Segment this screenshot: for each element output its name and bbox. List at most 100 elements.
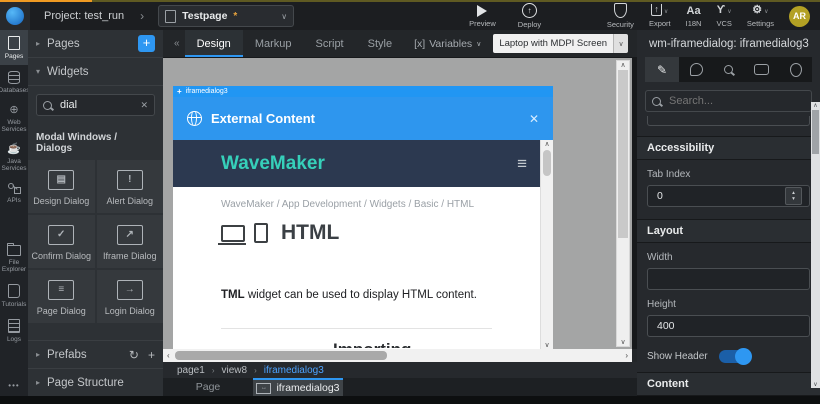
scroll-right-icon[interactable]: › bbox=[625, 351, 628, 360]
variables-button[interactable]: [x] Variables ∨ bbox=[414, 38, 481, 50]
i18n-button[interactable]: Aa I18N bbox=[686, 5, 702, 28]
rail-item-apis[interactable]: APIs bbox=[0, 177, 28, 209]
refresh-icon[interactable]: ↻ bbox=[129, 349, 139, 361]
security-button[interactable]: Security bbox=[607, 3, 634, 29]
scrollbar-thumb[interactable] bbox=[175, 351, 387, 360]
tree-open-icon: ▾ bbox=[36, 67, 40, 76]
canvas-vertical-scrollbar[interactable]: ∧ ∨ bbox=[616, 60, 630, 347]
rail-more-button[interactable]: ••• bbox=[0, 375, 28, 396]
height-input[interactable] bbox=[655, 319, 802, 333]
iframe-scrollbar[interactable]: ∧ ∨ bbox=[540, 140, 553, 349]
device-selector[interactable]: Laptop with MDPI Screen ∨ bbox=[493, 34, 628, 53]
scroll-down-icon[interactable]: ∨ bbox=[813, 381, 817, 388]
vcs-button[interactable]: ϒ∨ VCS bbox=[716, 4, 731, 28]
breadcrumb-separator: › bbox=[254, 366, 257, 375]
widget-confirm-dialog[interactable]: ✓ Confirm Dialog bbox=[28, 215, 95, 268]
add-prefab-icon[interactable]: + bbox=[148, 349, 155, 361]
width-input[interactable] bbox=[655, 272, 802, 286]
selected-widget-tag[interactable]: + iframedialog3 bbox=[173, 86, 553, 97]
property-search-box[interactable] bbox=[645, 90, 812, 112]
widget-login-dialog[interactable]: → Login Dialog bbox=[97, 270, 164, 323]
tab-index-input[interactable] bbox=[655, 189, 781, 203]
export-button[interactable]: ↑∨ Export bbox=[649, 4, 671, 28]
scrollbar-thumb[interactable] bbox=[618, 70, 628, 238]
hamburger-menu-icon[interactable]: ≡ bbox=[517, 154, 527, 174]
tab-style[interactable]: Style bbox=[356, 30, 404, 57]
scroll-down-icon[interactable]: ∨ bbox=[620, 338, 625, 346]
design-canvas[interactable]: + iframedialog3 External Content ✕ WaveM… bbox=[163, 58, 637, 349]
canvas-horizontal-scrollbar[interactable]: ‹ › bbox=[163, 349, 632, 362]
confirm-dialog-icon: ✓ bbox=[48, 225, 74, 245]
iframe-dialog-icon: ↗ bbox=[117, 225, 143, 245]
rail-item-databases[interactable]: Databases bbox=[0, 65, 28, 99]
rail-item-pages[interactable]: Pages bbox=[0, 30, 28, 65]
bottom-tab-page[interactable]: Page bbox=[163, 378, 253, 396]
widget-design-dialog[interactable]: ▤ Design Dialog bbox=[28, 160, 95, 213]
widget-search-input[interactable] bbox=[58, 98, 134, 112]
number-stepper[interactable]: ▴ ▾ bbox=[785, 187, 802, 205]
settings-button[interactable]: ⚙∨ Settings bbox=[747, 4, 774, 28]
tab-design[interactable]: Design bbox=[185, 30, 243, 57]
bottom-tab-iframedialog3[interactable]: ↔ iframedialog3 bbox=[253, 378, 343, 396]
scrollbar-thumb[interactable] bbox=[543, 150, 551, 176]
bottom-tab-label: iframedialog3 bbox=[276, 382, 339, 394]
tab-properties-pencil-icon[interactable]: ✎ bbox=[645, 57, 679, 82]
scroll-down-icon[interactable]: ∨ bbox=[544, 341, 549, 349]
widget-label: Page Dialog bbox=[37, 306, 86, 316]
collapse-left-panel-button[interactable]: « bbox=[169, 38, 185, 49]
tab-index-field[interactable]: ▴ ▾ bbox=[647, 185, 810, 207]
add-page-button[interactable]: + bbox=[138, 35, 155, 52]
advanced-search-icon[interactable] bbox=[724, 65, 733, 74]
styles-palette-icon[interactable] bbox=[690, 63, 703, 76]
pages-section-header[interactable]: ▸ Pages + bbox=[28, 30, 163, 58]
height-field[interactable] bbox=[647, 315, 810, 337]
section-accessibility[interactable]: Accessibility bbox=[637, 136, 820, 160]
rail-item-web-services[interactable]: ⊕ Web Services bbox=[0, 99, 28, 138]
page-structure-section-header[interactable]: ▸ Page Structure bbox=[28, 369, 163, 396]
rail-item-tutorials[interactable]: Tutorials bbox=[0, 278, 28, 313]
rail-spacer bbox=[0, 348, 28, 375]
move-icon[interactable]: + bbox=[177, 87, 182, 96]
close-icon[interactable]: ✕ bbox=[529, 112, 539, 126]
prefabs-section-header[interactable]: ▸ Prefabs ↻ + bbox=[28, 340, 163, 369]
section-layout[interactable]: Layout bbox=[637, 219, 820, 243]
scroll-left-icon[interactable]: ‹ bbox=[167, 351, 170, 360]
page-selector[interactable]: Testpage * ∨ bbox=[158, 5, 294, 27]
scroll-up-icon[interactable]: ∧ bbox=[620, 61, 625, 69]
rail-item-logs[interactable]: Logs bbox=[0, 313, 28, 348]
deploy-button[interactable]: ↑ Deploy bbox=[518, 3, 541, 29]
i18n-label: I18N bbox=[686, 19, 702, 28]
docs-heading: HTML bbox=[281, 221, 339, 245]
dialog-header[interactable]: External Content ✕ bbox=[173, 97, 553, 140]
rail-item-file-explorer[interactable]: File Explorer bbox=[0, 236, 28, 278]
scrollbar-thumb[interactable] bbox=[812, 110, 819, 154]
bottom-window-strip bbox=[0, 396, 820, 404]
device-properties-icon[interactable] bbox=[754, 64, 769, 75]
widget-alert-dialog[interactable]: ! Alert Dialog bbox=[97, 160, 164, 213]
widget-iframe-dialog[interactable]: ↗ Iframe Dialog bbox=[97, 215, 164, 268]
section-content[interactable]: Content bbox=[637, 372, 820, 396]
breadcrumb-page1[interactable]: page1 bbox=[177, 365, 205, 376]
property-search-input[interactable] bbox=[667, 94, 805, 108]
widgets-section-header[interactable]: ▾ Widgets bbox=[28, 58, 163, 86]
rail-item-java-services[interactable]: ☕ Java Services bbox=[0, 138, 28, 177]
security-shield-icon[interactable] bbox=[790, 63, 802, 77]
stepper-down-icon[interactable]: ▾ bbox=[792, 196, 795, 202]
breadcrumb-iframedialog3[interactable]: iframedialog3 bbox=[264, 365, 324, 376]
clear-search-icon[interactable]: ✕ bbox=[140, 100, 148, 111]
widget-search-box[interactable]: ✕ bbox=[36, 94, 155, 116]
scroll-up-icon[interactable]: ∧ bbox=[544, 140, 549, 148]
scroll-up-icon[interactable]: ∧ bbox=[813, 102, 817, 109]
rail-label: APIs bbox=[7, 197, 21, 204]
user-avatar[interactable]: AR bbox=[789, 6, 810, 27]
widget-page-dialog[interactable]: ≡ Page Dialog bbox=[28, 270, 95, 323]
properties-scrollbar[interactable]: ∧ ∨ bbox=[811, 102, 820, 388]
wavemaker-logo[interactable] bbox=[0, 2, 30, 30]
tab-script[interactable]: Script bbox=[304, 30, 356, 57]
breadcrumb-view8[interactable]: view8 bbox=[221, 365, 247, 376]
show-header-toggle[interactable] bbox=[719, 350, 751, 363]
canvas-page[interactable]: + iframedialog3 External Content ✕ WaveM… bbox=[173, 86, 553, 349]
preview-button[interactable]: Preview bbox=[469, 5, 496, 28]
width-field[interactable] bbox=[647, 268, 810, 290]
tab-markup[interactable]: Markup bbox=[243, 30, 304, 57]
